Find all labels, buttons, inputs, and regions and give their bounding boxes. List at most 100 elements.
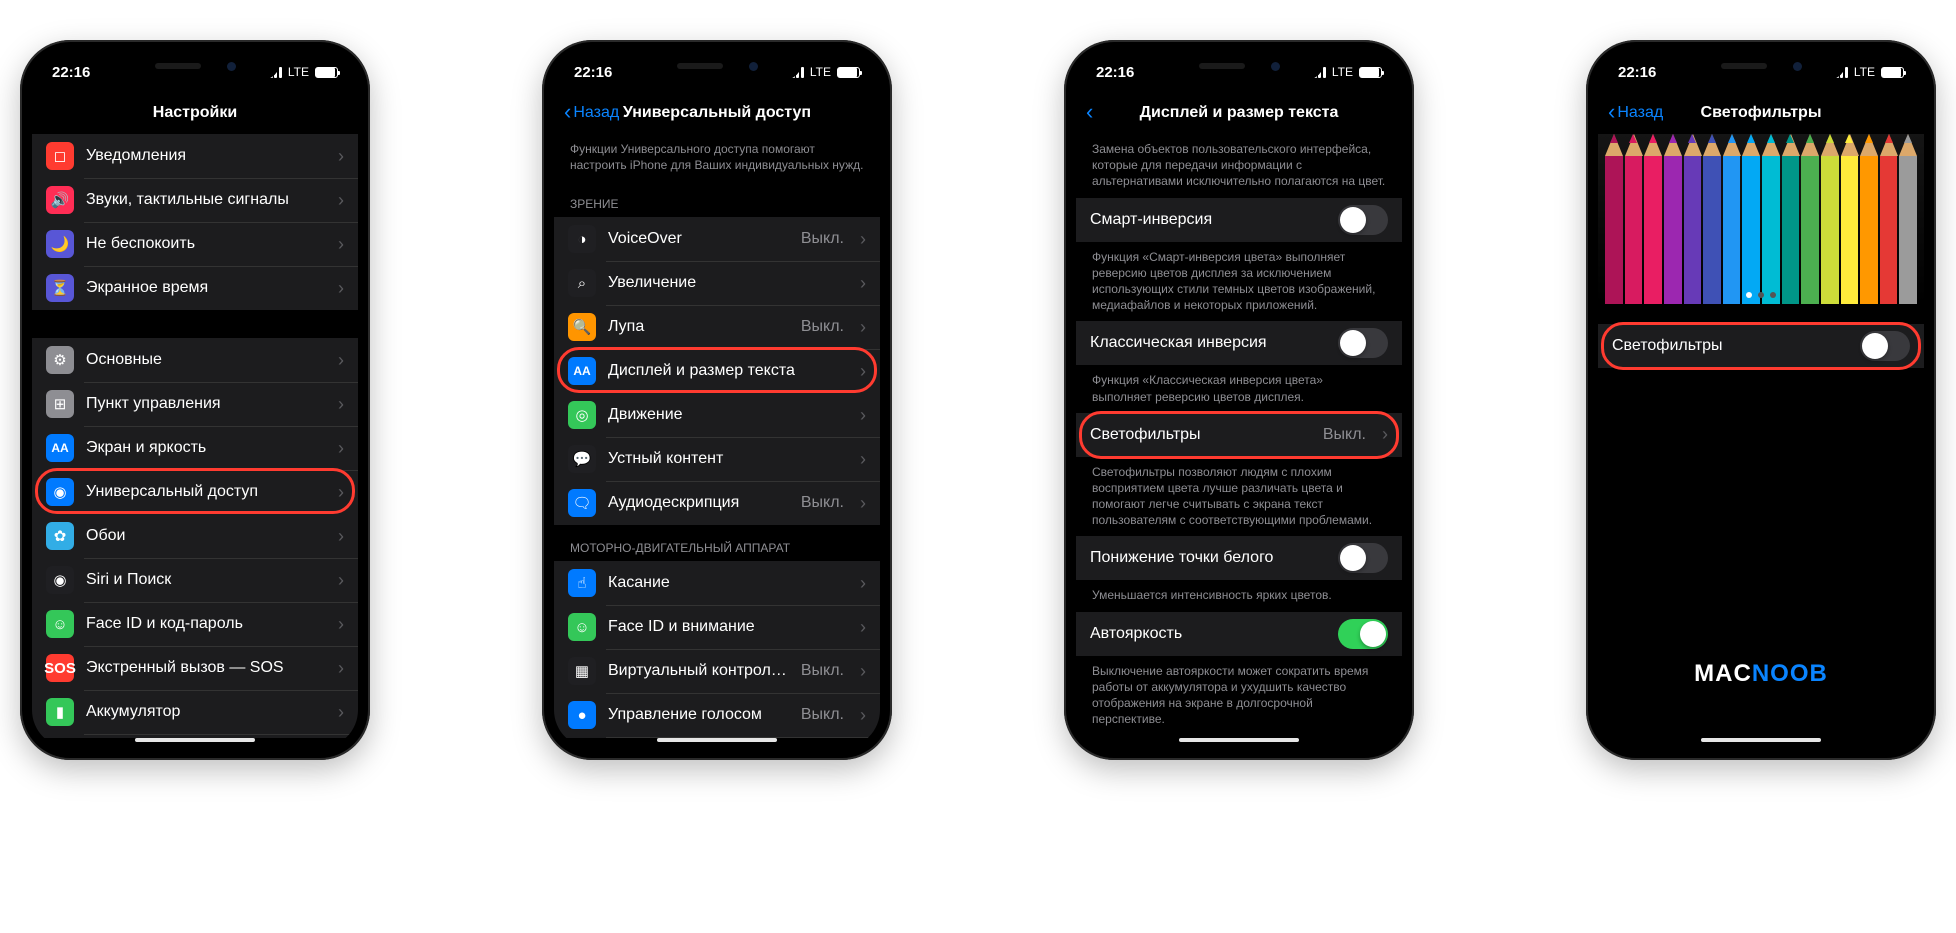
row-control-center[interactable]: ⊞Пункт управления› xyxy=(32,382,358,426)
page-title: Универсальный доступ xyxy=(623,104,811,122)
row-color-filters-toggle[interactable]: Светофильтры xyxy=(1598,324,1924,368)
chevron-right-icon: › xyxy=(1382,424,1388,445)
touch-icon: ☝︎ xyxy=(568,569,596,597)
settings-group-1: ◻︎Уведомления› 🔊Звуки, тактильные сигнал… xyxy=(32,134,358,310)
row-smart-invert[interactable]: Смарт-инверсия xyxy=(1076,198,1402,242)
home-indicator[interactable] xyxy=(1701,738,1821,742)
section-motor: МОТОРНО-ДВИГАТЕЛЬНЫЙ АППАРАТ xyxy=(554,525,880,561)
chevron-right-icon: › xyxy=(860,229,866,250)
row-wallpaper[interactable]: ✿Обои› xyxy=(32,514,358,558)
row-faceid-attention[interactable]: ☺︎Face ID и внимание› xyxy=(554,605,880,649)
row-classic-invert[interactable]: Классическая инверсия xyxy=(1076,321,1402,365)
row-notifications[interactable]: ◻︎Уведомления› xyxy=(32,134,358,178)
row-general[interactable]: ⚙︎Основные› xyxy=(32,338,358,382)
chevron-right-icon: › xyxy=(338,526,344,547)
auto-brightness-desc: Выключение автояркости может сократить в… xyxy=(1076,656,1402,736)
chevron-right-icon: › xyxy=(338,190,344,211)
switch-color-filters[interactable] xyxy=(1860,331,1910,361)
row-voiceover[interactable]: ◑VoiceOverВыкл.› xyxy=(554,217,880,261)
home-indicator[interactable] xyxy=(657,738,777,742)
row-sounds[interactable]: 🔊Звуки, тактильные сигналы› xyxy=(32,178,358,222)
back-button[interactable]: ‹Назад xyxy=(1608,103,1663,123)
accessibility-icon: ◉ xyxy=(46,478,74,506)
text-size-icon: AA xyxy=(568,357,596,385)
chevron-right-icon: › xyxy=(338,278,344,299)
home-indicator[interactable] xyxy=(1179,738,1299,742)
chevron-right-icon: › xyxy=(338,146,344,167)
color-pencils-preview[interactable] xyxy=(1598,134,1924,304)
chevron-right-icon: › xyxy=(338,658,344,679)
chevron-right-icon: › xyxy=(338,482,344,503)
row-color-filters[interactable]: СветофильтрыВыкл.› xyxy=(1076,413,1402,457)
row-screen-time[interactable]: ⏳Экранное время› xyxy=(32,266,358,310)
chevron-right-icon: › xyxy=(338,614,344,635)
nav-bar: Настройки xyxy=(32,92,358,134)
row-motion[interactable]: ◎Движение› xyxy=(554,393,880,437)
voice-icon: ● xyxy=(568,701,596,729)
face-icon: ☺︎ xyxy=(568,613,596,641)
row-siri[interactable]: ◉Siri и Поиск› xyxy=(32,558,358,602)
nav-bar: ‹Назад Светофильтры xyxy=(1598,92,1924,134)
status-time: 22:16 xyxy=(574,64,612,81)
row-display-brightness[interactable]: AAЭкран и яркость› xyxy=(32,426,358,470)
back-button[interactable]: ‹Назад xyxy=(564,103,619,123)
row-voice-control[interactable]: ●Управление голосомВыкл.› xyxy=(554,693,880,737)
smart-invert-desc: Функция «Смарт-инверсия цвета» выполняет… xyxy=(1076,242,1402,322)
switch-smart-invert[interactable] xyxy=(1338,205,1388,235)
switch-white-point[interactable] xyxy=(1338,543,1388,573)
chevron-right-icon: › xyxy=(338,394,344,415)
page-title: Светофильтры xyxy=(1701,104,1822,122)
chevron-right-icon: › xyxy=(860,661,866,682)
row-switch-control[interactable]: ▦Виртуальный контроллерВыкл.› xyxy=(554,649,880,693)
row-white-point[interactable]: Понижение точки белого xyxy=(1076,536,1402,580)
phone-frame-1: 22:16 LTE Настройки ◻︎Уведомления› 🔊Звук… xyxy=(20,40,370,760)
chevron-right-icon: › xyxy=(860,361,866,382)
grid-icon: ▦ xyxy=(568,657,596,685)
battery-icon: ▮ xyxy=(46,698,74,726)
notch xyxy=(632,52,802,80)
row-zoom[interactable]: ⌕Увеличение› xyxy=(554,261,880,305)
phone-frame-3: 22:16 LTE ‹ Дисплей и размер текста Заме… xyxy=(1064,40,1414,760)
section-vision: ЗРЕНИЕ xyxy=(554,181,880,217)
sos-icon: SOS xyxy=(46,654,74,682)
chevron-right-icon: › xyxy=(338,702,344,723)
row-do-not-disturb[interactable]: 🌙Не беспокоить› xyxy=(32,222,358,266)
row-accessibility[interactable]: ◉Универсальный доступ› xyxy=(32,470,358,514)
chevron-right-icon: › xyxy=(860,493,866,514)
row-auto-brightness[interactable]: Автояркость xyxy=(1076,612,1402,656)
nav-bar: ‹Назад Универсальный доступ xyxy=(554,92,880,134)
status-time: 22:16 xyxy=(1618,64,1656,81)
notch xyxy=(1676,52,1846,80)
page-title: Настройки xyxy=(153,104,237,122)
switch-auto-brightness[interactable] xyxy=(1338,619,1388,649)
chevron-left-icon: ‹ xyxy=(1086,101,1093,123)
row-touch[interactable]: ☝︎Касание› xyxy=(554,561,880,605)
chevron-right-icon: › xyxy=(860,405,866,426)
row-sos[interactable]: SOSЭкстренный вызов — SOS› xyxy=(32,646,358,690)
chevron-right-icon: › xyxy=(338,350,344,371)
battery-icon xyxy=(315,67,338,78)
audio-desc-icon: 🗨 xyxy=(568,489,596,517)
page-dots xyxy=(1598,292,1924,298)
face-icon: ☺︎ xyxy=(46,610,74,638)
home-indicator[interactable] xyxy=(135,738,255,742)
battery-icon xyxy=(1881,67,1904,78)
classic-invert-desc: Функция «Классическая инверсия цвета» вы… xyxy=(1076,365,1402,412)
text-size-icon: AA xyxy=(46,434,74,462)
speaker-icon: 🔊 xyxy=(46,186,74,214)
brand-watermark: MACNOOB xyxy=(1598,660,1924,688)
chevron-right-icon: › xyxy=(860,449,866,470)
row-spoken-content[interactable]: 💬Устный контент› xyxy=(554,437,880,481)
zoom-icon: ⌕ xyxy=(568,269,596,297)
row-magnifier[interactable]: 🔍ЛупаВыкл.› xyxy=(554,305,880,349)
row-audio-description[interactable]: 🗨АудиодескрипцияВыкл.› xyxy=(554,481,880,525)
page-title: Дисплей и размер текста xyxy=(1140,104,1339,122)
accessibility-intro: Функции Универсального доступа помогают … xyxy=(554,134,880,181)
intro-desc: Замена объектов пользовательского интерф… xyxy=(1076,134,1402,198)
wallpaper-icon: ✿ xyxy=(46,522,74,550)
back-button[interactable]: ‹ xyxy=(1086,103,1093,123)
row-battery[interactable]: ▮Аккумулятор› xyxy=(32,690,358,734)
switch-classic-invert[interactable] xyxy=(1338,328,1388,358)
row-faceid[interactable]: ☺︎Face ID и код-пароль› xyxy=(32,602,358,646)
row-display-text-size[interactable]: AAДисплей и размер текста› xyxy=(554,349,880,393)
